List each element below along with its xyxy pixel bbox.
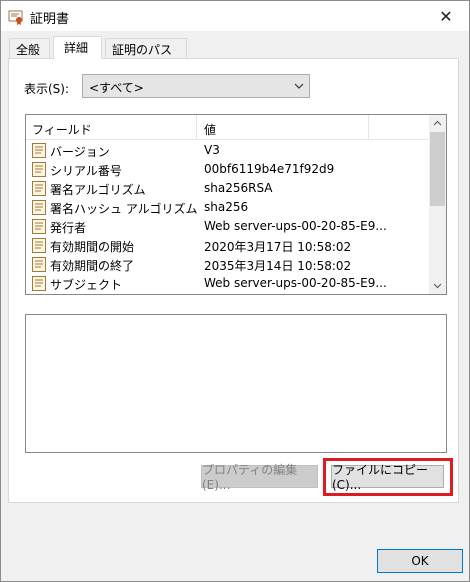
field-list[interactable]: フィールド 値 バージョン V3 シリアル番号 00bf6119b4e71f92… bbox=[25, 114, 447, 295]
button-label: ファイルにコピー(C)... bbox=[332, 463, 429, 492]
list-rows: バージョン V3 シリアル番号 00bf6119b4e71f92d9 署名アルゴ… bbox=[26, 141, 431, 293]
tab-cert-path[interactable]: 証明のパス bbox=[105, 38, 187, 58]
chevron-down-icon bbox=[294, 83, 304, 89]
certificate-icon bbox=[8, 10, 23, 25]
field-value: Web server-ups-00-20-85-E9... bbox=[204, 219, 387, 233]
field-name: バージョン bbox=[50, 145, 110, 159]
list-item[interactable]: 有効期間の終了 2035年3月14日 10:58:02 bbox=[26, 255, 431, 274]
show-select[interactable]: <すべて> bbox=[82, 74, 310, 98]
tab-details[interactable]: 詳細 bbox=[53, 36, 102, 59]
show-select-value: <すべて> bbox=[89, 81, 144, 95]
field-icon bbox=[32, 181, 46, 196]
tab-label: 証明のパス bbox=[112, 43, 173, 57]
field-icon bbox=[32, 238, 46, 253]
field-name: サブジェクト bbox=[50, 278, 123, 292]
field-name: 有効期間の終了 bbox=[50, 259, 135, 273]
field-icon bbox=[32, 143, 46, 158]
field-detail-box[interactable] bbox=[25, 314, 447, 453]
field-icon bbox=[32, 257, 46, 272]
list-item[interactable]: 有効期間の開始 2020年3月17日 10:58:02 bbox=[26, 236, 431, 255]
close-button[interactable]: ✕ bbox=[423, 1, 469, 31]
field-icon bbox=[32, 162, 46, 177]
chevron-up-icon bbox=[433, 120, 442, 126]
list-item[interactable]: シリアル番号 00bf6119b4e71f92d9 bbox=[26, 160, 431, 179]
field-value: sha256RSA bbox=[204, 181, 273, 195]
copy-to-file-button[interactable]: ファイルにコピー(C)... bbox=[331, 463, 444, 492]
certificate-dialog: 証明書 ✕ 全般 詳細 証明のパス 表示(S): <すべて> フィールド 値 バ… bbox=[0, 0, 470, 582]
field-icon bbox=[32, 200, 46, 215]
field-value: sha256 bbox=[204, 200, 249, 214]
tab-label: 全般 bbox=[16, 43, 41, 57]
scroll-thumb[interactable] bbox=[430, 132, 445, 206]
list-item[interactable]: 署名アルゴリズム sha256RSA bbox=[26, 179, 431, 198]
tab-general[interactable]: 全般 bbox=[9, 38, 50, 58]
field-name: 署名アルゴリズム bbox=[50, 183, 146, 197]
details-panel: 表示(S): <すべて> フィールド 値 バージョン V3 シリアル番号 00b… bbox=[8, 58, 459, 503]
button-label: OK bbox=[411, 554, 429, 568]
field-icon bbox=[32, 276, 46, 291]
field-name: シリアル番号 bbox=[50, 164, 122, 178]
column-divider[interactable] bbox=[196, 115, 197, 139]
edit-properties-button[interactable]: プロパティの編集(E)... bbox=[201, 463, 318, 492]
field-name: 発行者 bbox=[50, 221, 87, 235]
window-title: 証明書 bbox=[30, 12, 70, 27]
field-value: 2035年3月14日 10:58:02 bbox=[204, 259, 352, 273]
column-header-value[interactable]: 値 bbox=[204, 121, 216, 138]
field-value: 00bf6119b4e71f92d9 bbox=[204, 162, 335, 176]
column-divider[interactable] bbox=[368, 115, 369, 139]
scroll-down-button[interactable] bbox=[429, 277, 446, 294]
field-name: 署名ハッシュ アルゴリズム bbox=[50, 202, 198, 216]
field-value: Web server-ups-00-20-85-E9... bbox=[204, 276, 387, 290]
column-header-field[interactable]: フィールド bbox=[32, 121, 92, 138]
close-icon: ✕ bbox=[439, 6, 453, 26]
list-item[interactable]: バージョン V3 bbox=[26, 141, 431, 160]
button-label: プロパティの編集(E)... bbox=[202, 463, 298, 492]
ok-button[interactable]: OK bbox=[377, 549, 463, 573]
tab-label: 詳細 bbox=[64, 41, 89, 55]
vertical-scrollbar[interactable] bbox=[429, 115, 446, 294]
field-value: V3 bbox=[204, 143, 220, 157]
list-item[interactable]: 発行者 Web server-ups-00-20-85-E9... bbox=[26, 217, 431, 236]
list-item[interactable]: サブジェクト Web server-ups-00-20-85-E9... bbox=[26, 274, 431, 293]
field-value: 2020年3月17日 10:58:02 bbox=[204, 240, 352, 254]
field-icon bbox=[32, 219, 46, 234]
title-bar: 証明書 ✕ bbox=[1, 1, 469, 31]
field-name: 有効期間の開始 bbox=[50, 240, 135, 254]
show-label: 表示(S): bbox=[24, 82, 70, 96]
scroll-up-button[interactable] bbox=[429, 115, 446, 132]
list-item[interactable]: 署名ハッシュ アルゴリズム sha256 bbox=[26, 198, 431, 217]
chevron-down-icon bbox=[433, 283, 442, 289]
list-header: フィールド 値 bbox=[26, 115, 431, 140]
